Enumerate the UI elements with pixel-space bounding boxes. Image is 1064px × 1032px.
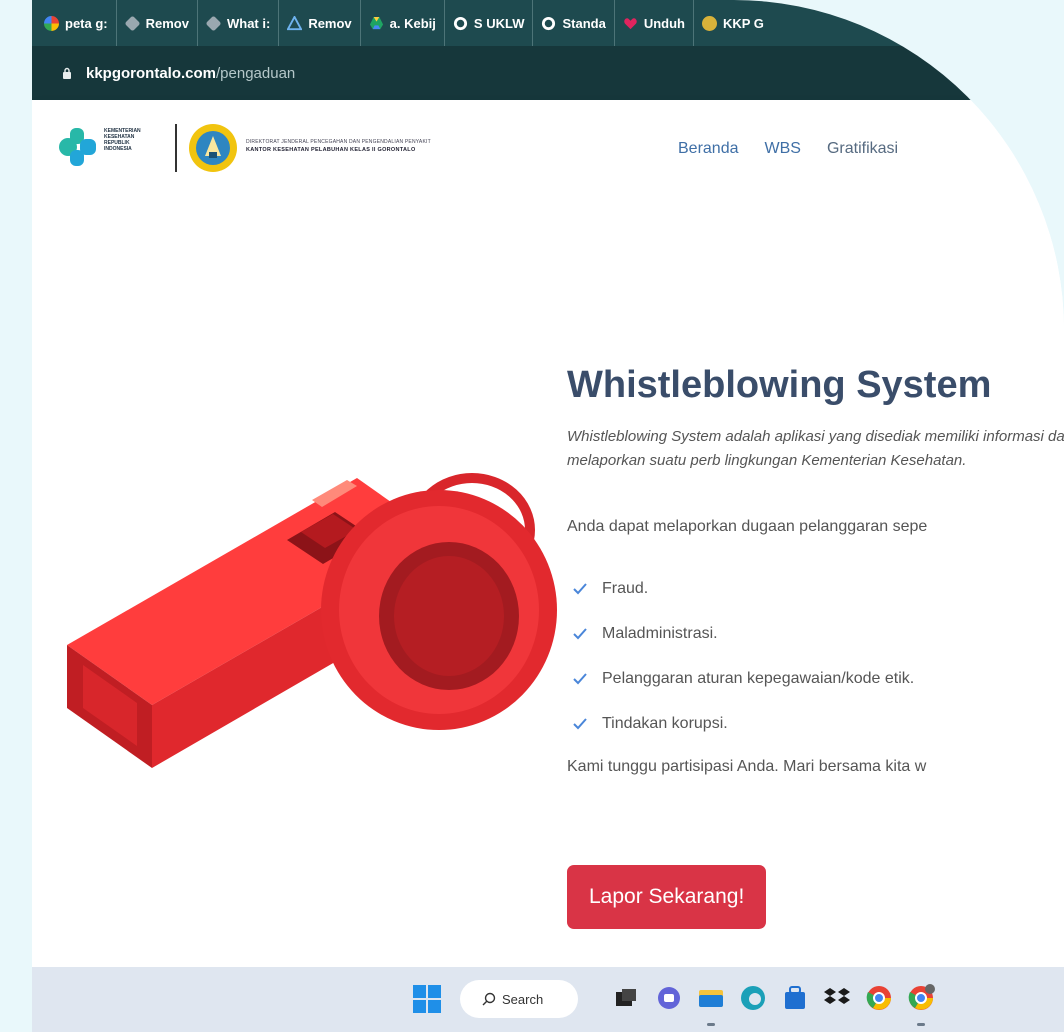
directorate-text: DIREKTORAT JENDERAL PENCEGAHAN DAN PENGE… <box>246 139 431 145</box>
bookmark-item[interactable]: KKP G <box>694 0 772 46</box>
whistle-illustration <box>67 473 557 768</box>
list-item: Pelanggaran aturan kepegawaian/kode etik… <box>572 656 914 701</box>
kkp-crest-icon[interactable] <box>187 122 239 174</box>
active-indicator <box>707 1023 715 1026</box>
file-explorer-icon[interactable] <box>696 983 726 1013</box>
windows-start-icon[interactable] <box>412 984 442 1014</box>
google-icon <box>44 15 59 31</box>
active-indicator <box>917 1023 925 1026</box>
violation-list: Fraud. Maladministrasi. Pelanggaran atur… <box>572 566 914 746</box>
check-icon <box>573 582 587 594</box>
main-nav: Beranda WBS Gratifikasi <box>678 140 898 158</box>
diamond-icon <box>205 15 222 31</box>
bookmark-label: Unduh <box>643 15 685 31</box>
bookmark-label: What i: <box>226 15 271 31</box>
lock-icon <box>63 67 71 79</box>
search-label: Search <box>502 991 544 1007</box>
store-icon[interactable] <box>780 983 810 1013</box>
list-item-label: Tindakan korupsi. <box>602 714 728 732</box>
crest-icon <box>701 15 717 31</box>
bookmark-label: Remov <box>308 15 352 31</box>
office-name: KANTOR KESEHATAN PELABUHAN KELAS II GORO… <box>246 147 416 153</box>
globe-icon <box>542 16 556 30</box>
bookmark-item[interactable]: Unduh <box>615 0 694 46</box>
browser-screenshot: peta g: Remov What i: Remov a. Kebij S U… <box>32 0 1064 1032</box>
bookmark-item[interactable]: What i: <box>198 0 280 46</box>
bookmark-item[interactable]: Standa <box>533 0 615 46</box>
report-now-button[interactable]: Lapor Sekarang! <box>567 865 767 929</box>
list-item-label: Fraud. <box>602 579 649 597</box>
chrome-icon[interactable] <box>864 983 894 1013</box>
triangle-logo-icon <box>287 15 303 30</box>
logo-divider <box>175 124 177 172</box>
bookmark-label: KKP G <box>722 15 764 31</box>
lead-text: Anda dapat melaporkan dugaan pelanggaran… <box>567 518 928 535</box>
bookmark-item[interactable]: peta g: <box>36 0 117 46</box>
site-header: KEMENTERIAN KESEHATAN REPUBLIK INDONESIA… <box>32 100 1064 200</box>
bookmark-item[interactable]: a. Kebij <box>361 0 445 46</box>
kemenkes-logo-icon[interactable] <box>54 122 100 172</box>
check-icon <box>573 717 587 729</box>
google-drive-icon <box>369 16 383 29</box>
bookmarks-bar: peta g: Remov What i: Remov a. Kebij S U… <box>32 0 1064 46</box>
list-item-label: Pelanggaran aturan kepegawaian/kode etik… <box>602 669 915 687</box>
kemenkes-logo-text: KEMENTERIAN KESEHATAN REPUBLIK INDONESIA <box>104 128 141 152</box>
bookmark-label: a. Kebij <box>389 15 436 31</box>
task-view-icon[interactable] <box>612 983 642 1013</box>
bookmark-item[interactable]: Remov <box>117 0 198 46</box>
dropbox-icon[interactable] <box>822 983 852 1013</box>
bookmark-label: peta g: <box>65 15 108 31</box>
nav-gratifikasi[interactable]: Gratifikasi <box>827 140 898 158</box>
page-title: Whistleblowing System <box>567 364 992 406</box>
chrome-profile-icon[interactable] <box>906 983 936 1013</box>
address-bar[interactable]: kkpgorontalo.com/pengaduan <box>32 46 1064 100</box>
check-icon <box>573 627 587 639</box>
taskbar-search[interactable]: Search <box>460 980 578 1018</box>
bookmark-label: Standa <box>562 15 606 31</box>
diamond-icon <box>124 15 141 31</box>
url-host: kkpgorontalo.com <box>86 64 217 82</box>
windows-taskbar: Search <box>32 967 1064 1032</box>
bookmark-label: Remov <box>145 15 189 31</box>
closing-text: Kami tunggu partisipasi Anda. Mari bersa… <box>567 758 927 775</box>
teams-chat-icon[interactable] <box>654 983 684 1013</box>
edge-browser-icon[interactable] <box>738 983 768 1013</box>
list-item-label: Maladministrasi. <box>602 624 718 642</box>
url-path: /pengaduan <box>216 64 296 82</box>
main-content: Whistleblowing System Whistleblowing Sys… <box>32 200 1064 967</box>
bookmark-item[interactable]: Remov <box>279 0 361 46</box>
list-item: Fraud. <box>572 566 914 611</box>
check-icon <box>573 672 587 684</box>
intro-text: Whistleblowing System adalah aplikasi ya… <box>567 428 1064 469</box>
list-item: Maladministrasi. <box>572 611 914 656</box>
bookmark-item[interactable]: S UKLW <box>445 0 534 46</box>
bookmark-label: S UKLW <box>473 15 525 31</box>
nav-beranda[interactable]: Beranda <box>678 140 739 158</box>
globe-icon <box>453 16 467 30</box>
search-icon <box>482 992 496 1006</box>
list-item: Tindakan korupsi. <box>572 701 914 746</box>
nav-wbs[interactable]: WBS <box>765 140 801 158</box>
heart-icon <box>624 17 637 29</box>
